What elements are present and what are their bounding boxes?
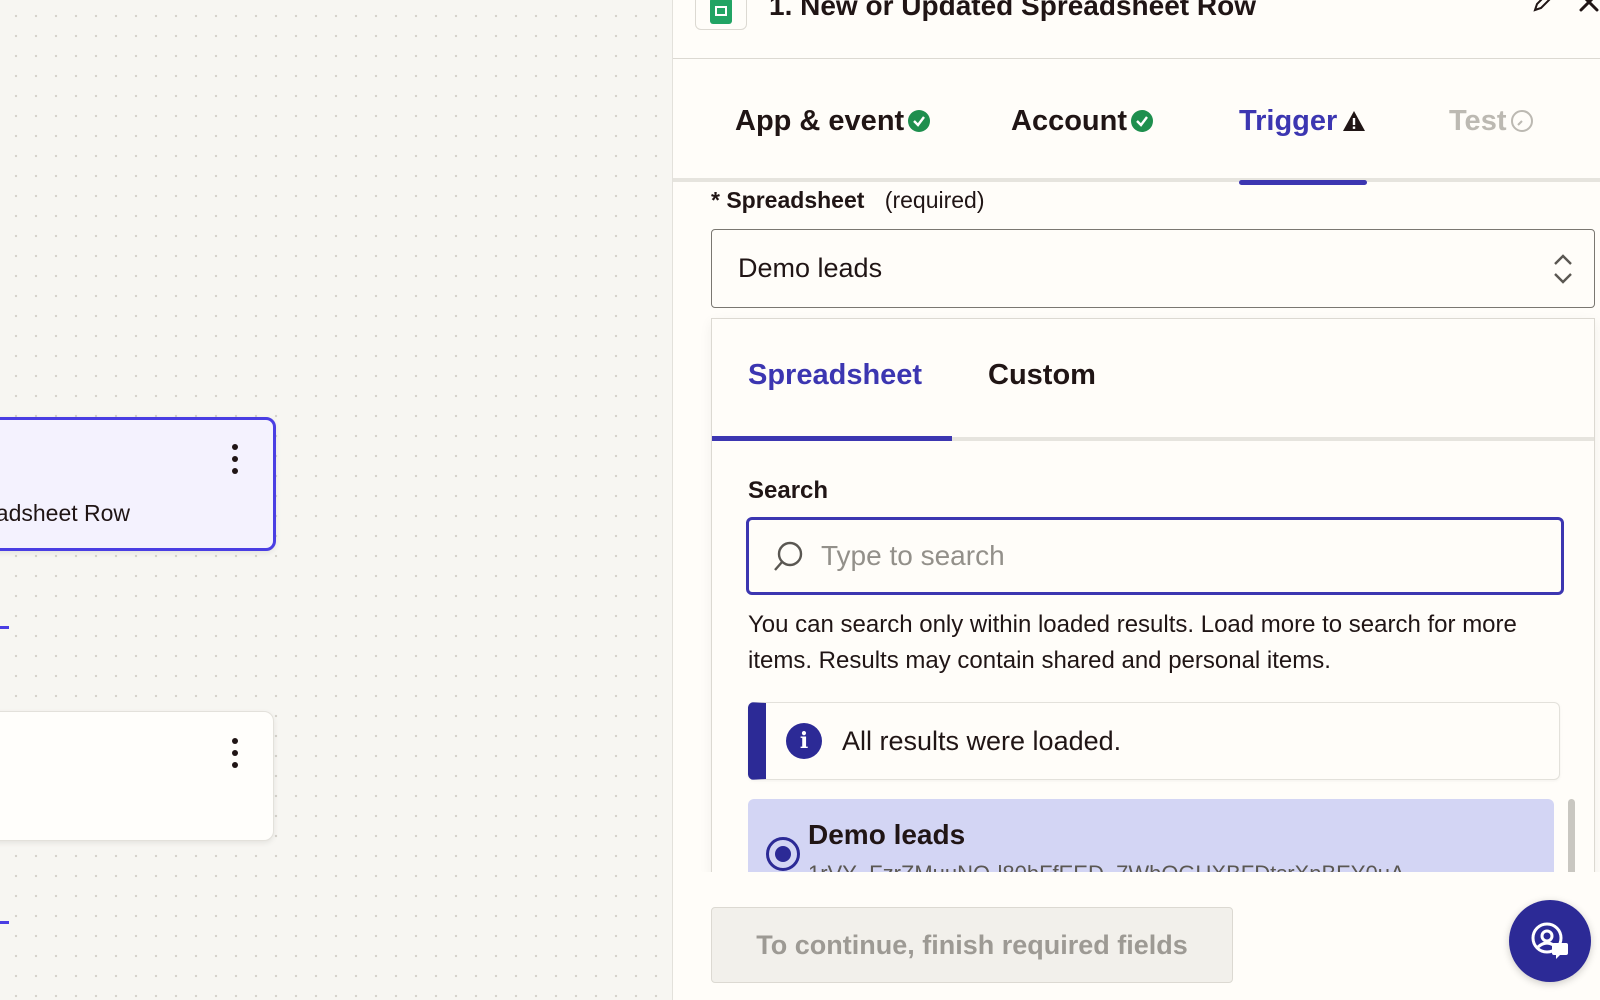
tab-custom[interactable]: Custom xyxy=(988,359,1096,392)
panel-footer: To continue, finish required fields xyxy=(673,872,1600,1000)
required-asterisk: * xyxy=(711,187,720,213)
tab-label: Trigger xyxy=(1239,104,1338,137)
tab-label: App & event xyxy=(735,104,905,137)
help-chat-icon[interactable] xyxy=(1509,900,1591,982)
info-message: All results were loaded. xyxy=(842,725,1122,756)
panel-header: 1. New or Updated Spreadsheet Row xyxy=(673,0,1600,59)
panel-title: 1. New or Updated Spreadsheet Row xyxy=(769,0,1256,21)
warning-icon xyxy=(1343,111,1366,131)
radio-selected-icon[interactable] xyxy=(766,837,800,871)
tab-test[interactable]: Test xyxy=(1449,60,1534,182)
result-option[interactable]: Demo leads 1rVY_FzrZMuuNQ-l80hFfEED_7WhO… xyxy=(748,799,1554,877)
clock-icon xyxy=(1511,110,1534,132)
trigger-node-menu-icon[interactable] xyxy=(227,444,243,474)
close-icon[interactable] xyxy=(1577,0,1600,14)
info-banner: i All results were loaded. xyxy=(748,702,1560,780)
connector-line xyxy=(0,921,9,924)
spreadsheet-dropdown: Spreadsheet Custom Search You can search… xyxy=(711,318,1595,878)
trigger-step-node[interactable]: eadsheet Row xyxy=(0,417,276,551)
tab-trigger[interactable]: Trigger xyxy=(1239,60,1368,185)
check-circle-icon xyxy=(908,110,931,132)
tab-label: Test xyxy=(1449,104,1507,137)
action-step-node[interactable] xyxy=(0,711,274,841)
required-hint: (required) xyxy=(884,187,985,213)
workflow-canvas[interactable]: eadsheet Row xyxy=(0,0,672,1000)
search-label: Search xyxy=(748,477,829,504)
trigger-node-title: eadsheet Row xyxy=(0,500,131,526)
active-tab-indicator xyxy=(712,436,952,441)
search-help-text: You can search only within loaded result… xyxy=(748,611,1517,674)
search-input[interactable] xyxy=(821,540,1521,572)
search-field[interactable] xyxy=(746,517,1564,595)
tab-account[interactable]: Account xyxy=(1011,60,1153,182)
up-down-chevron-icon xyxy=(1554,254,1572,284)
tab-app-and-event[interactable]: App & event xyxy=(735,60,931,182)
pencil-icon[interactable] xyxy=(1531,0,1555,12)
tab-label: Account xyxy=(1011,104,1127,137)
spreadsheet-select-value: Demo leads xyxy=(738,253,883,283)
search-icon xyxy=(774,541,803,571)
continue-button[interactable]: To continue, finish required fields xyxy=(711,907,1233,983)
google-sheets-icon xyxy=(695,0,747,30)
dropdown-scrollbar[interactable] xyxy=(1568,799,1575,877)
info-icon: i xyxy=(786,723,822,759)
connector-line xyxy=(0,626,9,629)
step-tabs: App & event Account Trigger Test xyxy=(673,60,1600,185)
spreadsheet-field-label: * Spreadsheet (required) xyxy=(711,187,985,214)
tab-spreadsheet[interactable]: Spreadsheet xyxy=(748,359,922,392)
check-circle-icon xyxy=(1131,110,1153,132)
action-node-menu-icon[interactable] xyxy=(227,738,243,768)
field-label-text: Spreadsheet xyxy=(726,187,865,213)
step-editor-panel: 1. New or Updated Spreadsheet Row App & … xyxy=(672,0,1600,1000)
result-name: Demo leads xyxy=(808,819,966,850)
dropdown-tabs: Spreadsheet Custom xyxy=(712,319,1594,441)
spreadsheet-select[interactable]: Demo leads xyxy=(711,229,1595,308)
